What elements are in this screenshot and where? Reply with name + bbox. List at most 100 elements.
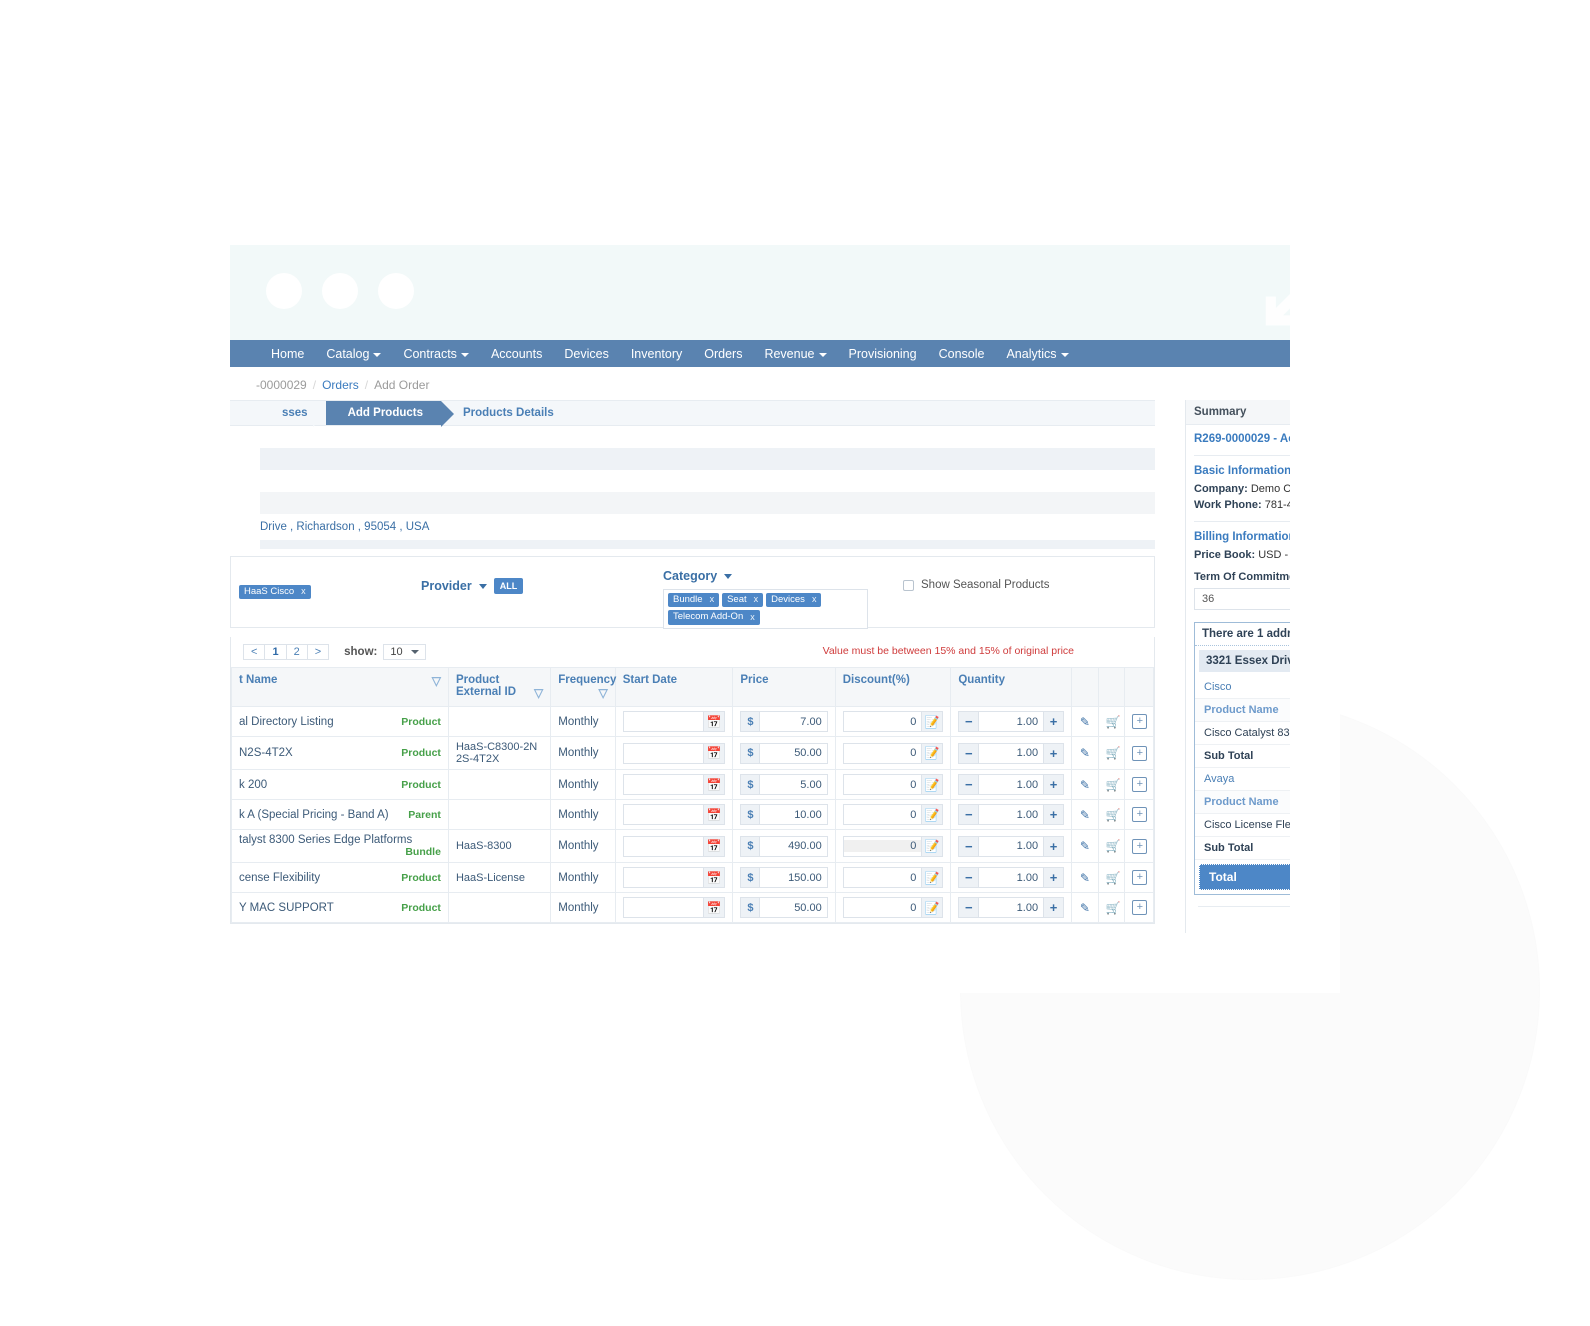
nav-item-accounts[interactable]: Accounts	[480, 347, 553, 361]
chip-devices[interactable]: Devices x	[766, 593, 822, 608]
discount-edit-icon[interactable]: 📝	[921, 898, 943, 917]
price-input[interactable]: $7.00	[740, 711, 828, 732]
discount-input[interactable]: 0 📝	[842, 742, 944, 764]
quantity-stepper[interactable]: −1.00 +	[958, 711, 1065, 732]
quantity-stepper[interactable]: −1.00 +	[958, 835, 1065, 857]
step-add-products[interactable]: Add Products	[312, 401, 455, 427]
nav-item-provisioning[interactable]: Provisioning	[838, 347, 928, 361]
add-box-icon[interactable]: +	[1132, 777, 1148, 792]
show-seasonal-products-toggle[interactable]: Show Seasonal Products	[903, 579, 1050, 591]
add-box-icon[interactable]: +	[1132, 870, 1148, 885]
start-date-input[interactable]: 📅	[622, 867, 726, 888]
edit-pencil-icon[interactable]: ✎	[1080, 901, 1090, 915]
quantity-value[interactable]: 1.00	[979, 711, 1044, 732]
quantity-decrement-button[interactable]: −	[958, 867, 980, 888]
chip-seat[interactable]: Seat x	[722, 593, 764, 608]
start-date-input[interactable]: 📅	[622, 835, 726, 857]
price-input[interactable]: $490.00	[740, 835, 828, 857]
pager-next[interactable]: >	[306, 644, 330, 660]
quantity-decrement-button[interactable]: −	[958, 742, 980, 764]
page-size-select[interactable]: 10	[383, 644, 426, 660]
add-box-icon[interactable]: +	[1132, 745, 1148, 761]
start-date-input[interactable]: 📅	[622, 897, 726, 918]
breadcrumb-orders-link[interactable]: Orders	[322, 378, 359, 392]
chip-bundle[interactable]: Bundle x	[668, 593, 720, 608]
calendar-icon[interactable]: 📅	[703, 898, 725, 917]
start-date-input[interactable]: 📅	[622, 742, 726, 764]
chip-remove-icon[interactable]: x	[710, 594, 715, 605]
start-date-input[interactable]: 📅	[622, 774, 726, 795]
quantity-increment-button[interactable]: +	[1043, 867, 1065, 888]
chip-remove-icon[interactable]: x	[812, 594, 817, 605]
calendar-icon[interactable]: 📅	[703, 868, 725, 887]
quantity-increment-button[interactable]: +	[1043, 835, 1065, 857]
edit-pencil-icon[interactable]: ✎	[1080, 871, 1090, 885]
price-input[interactable]: $50.00	[740, 897, 828, 918]
chip-haas-cisco[interactable]: HaaS Cisco x	[239, 585, 311, 600]
edit-pencil-icon[interactable]: ✎	[1080, 715, 1090, 729]
nav-item-revenue[interactable]: Revenue	[753, 347, 837, 361]
calendar-icon[interactable]: 📅	[703, 743, 725, 763]
provider-filter-value[interactable]: ALL	[493, 578, 524, 594]
quantity-decrement-button[interactable]: −	[958, 711, 980, 732]
discount-edit-icon[interactable]: 📝	[921, 712, 943, 731]
cart-icon[interactable]: 🛒	[1106, 871, 1121, 885]
quantity-value[interactable]: 1.00	[979, 774, 1044, 795]
chip-telecom-add-on[interactable]: Telecom Add-On x	[668, 610, 760, 625]
quantity-decrement-button[interactable]: −	[958, 835, 980, 857]
price-input[interactable]: $5.00	[740, 774, 828, 795]
main-navigation[interactable]: Home Catalog Contracts Accounts Devices …	[230, 340, 1340, 367]
cart-icon[interactable]: 🛒	[1106, 778, 1121, 792]
price-input[interactable]: $150.00	[740, 867, 828, 888]
quantity-increment-button[interactable]: +	[1043, 897, 1065, 918]
breadcrumb-record-id[interactable]: -0000029	[256, 378, 307, 392]
discount-edit-icon[interactable]: 📝	[921, 836, 943, 856]
chevron-down-icon[interactable]	[478, 583, 487, 589]
quantity-value[interactable]: 1.00	[979, 804, 1044, 825]
quantity-increment-button[interactable]: +	[1043, 774, 1065, 795]
calendar-icon[interactable]: 📅	[703, 836, 725, 856]
edit-pencil-icon[interactable]: ✎	[1080, 746, 1090, 760]
quantity-stepper[interactable]: −1.00 +	[958, 897, 1065, 918]
calendar-icon[interactable]: 📅	[703, 712, 725, 731]
discount-edit-icon[interactable]: 📝	[921, 743, 943, 763]
add-box-icon[interactable]: +	[1132, 807, 1148, 822]
price-input[interactable]: $50.00	[740, 742, 828, 764]
pager-page-1[interactable]: 1	[264, 644, 287, 660]
pager-prev[interactable]: <	[243, 644, 266, 660]
quantity-value[interactable]: 1.00	[979, 835, 1044, 857]
quantity-stepper[interactable]: −1.00 +	[958, 804, 1065, 825]
quantity-value[interactable]: 1.00	[979, 897, 1044, 918]
discount-input[interactable]: 0 📝	[842, 867, 944, 888]
quantity-decrement-button[interactable]: −	[958, 804, 980, 825]
discount-edit-icon[interactable]: 📝	[921, 775, 943, 794]
nav-item-catalog[interactable]: Catalog	[315, 347, 392, 361]
quantity-value[interactable]: 1.00	[979, 867, 1044, 888]
price-input[interactable]: $10.00	[740, 804, 828, 825]
discount-input[interactable]: 0 📝	[842, 804, 944, 825]
start-date-input[interactable]: 📅	[622, 804, 726, 825]
nav-item-orders[interactable]: Orders	[693, 347, 753, 361]
quantity-value[interactable]: 1.00	[979, 742, 1044, 764]
provider-filter[interactable]: Provider ALL	[421, 578, 524, 594]
col-product-external-id[interactable]: Product External ID ▽	[447, 667, 552, 707]
cart-icon[interactable]: 🛒	[1106, 715, 1121, 729]
cart-icon[interactable]: 🛒	[1106, 808, 1121, 822]
calendar-icon[interactable]: 📅	[703, 775, 725, 794]
chip-remove-icon[interactable]: x	[301, 586, 306, 597]
filter-icon[interactable]: ▽	[558, 686, 607, 700]
quantity-decrement-button[interactable]: −	[958, 897, 980, 918]
discount-input[interactable]: 0 📝	[842, 835, 944, 857]
nav-item-contracts[interactable]: Contracts	[392, 347, 480, 361]
nav-item-analytics[interactable]: Analytics	[995, 347, 1079, 361]
cart-icon[interactable]: 🛒	[1106, 901, 1121, 915]
quantity-increment-button[interactable]: +	[1043, 742, 1065, 764]
cart-icon[interactable]: 🛒	[1106, 746, 1121, 760]
nav-item-inventory[interactable]: Inventory	[620, 347, 693, 361]
chevron-down-icon[interactable]	[724, 573, 733, 579]
calendar-icon[interactable]: 📅	[703, 805, 725, 824]
col-product-name[interactable]: t Name ▽	[231, 667, 449, 707]
nav-item-console[interactable]: Console	[928, 347, 996, 361]
step-products-details[interactable]: Products Details	[441, 401, 572, 425]
quantity-decrement-button[interactable]: −	[958, 774, 980, 795]
